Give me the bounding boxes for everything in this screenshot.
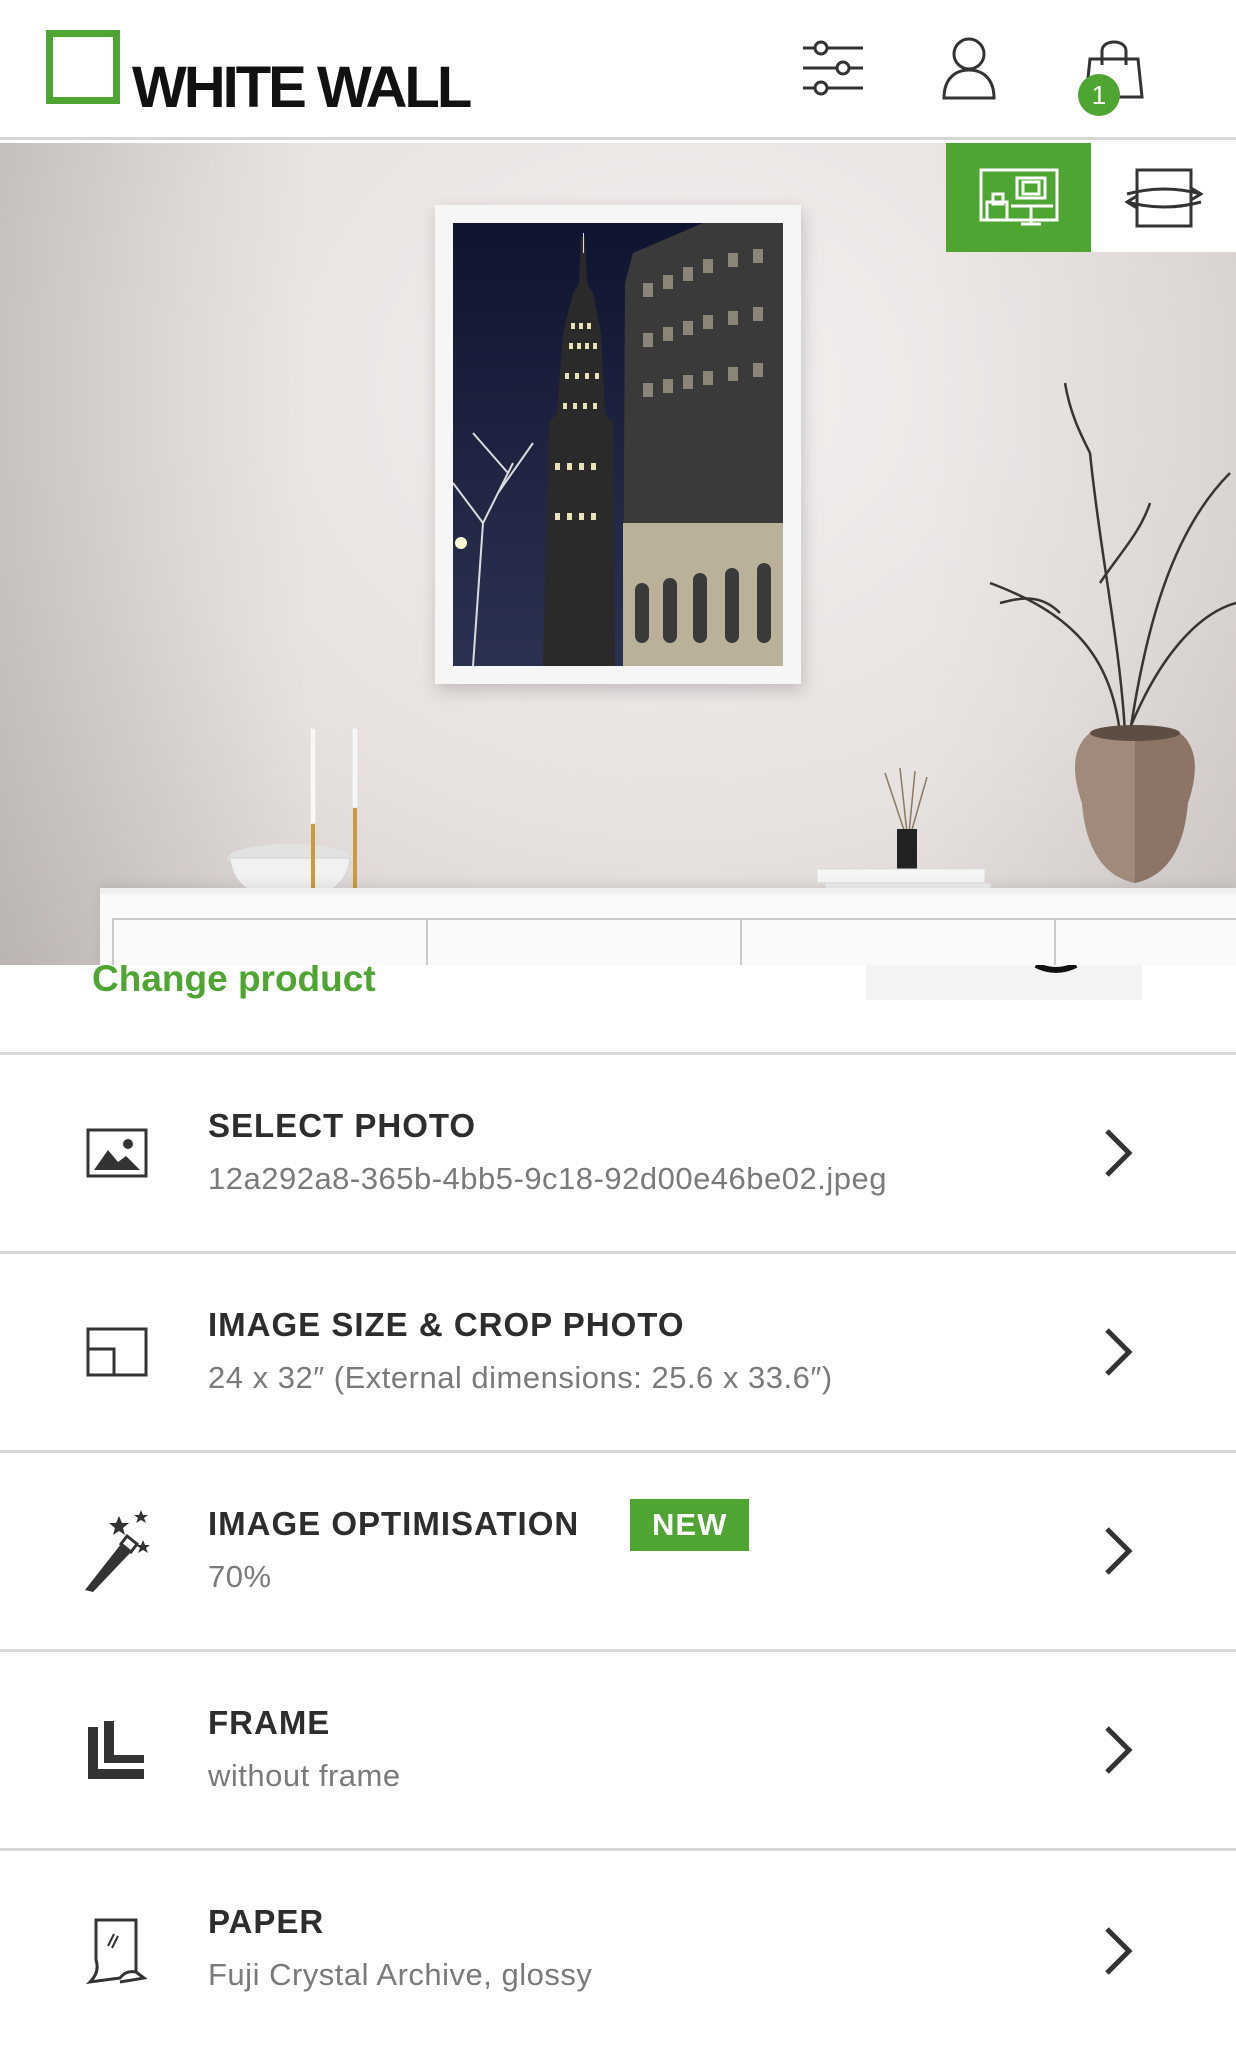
header: WHITE WALL 1	[0, 0, 1236, 140]
sideboard-divider	[740, 918, 742, 965]
option-frame[interactable]: FRAME without frame	[0, 1652, 1236, 1851]
sideboard-divider	[112, 918, 114, 965]
option-image-size-crop[interactable]: IMAGE SIZE & CROP PHOTO 24 x 32″ (Extern…	[0, 1254, 1236, 1453]
option-title: PAPER	[208, 1903, 325, 1940]
view-toggle	[946, 143, 1236, 252]
user-icon[interactable]	[929, 28, 1009, 108]
logo-text: WHITE WALL	[132, 55, 472, 120]
books-and-diffuser	[816, 767, 992, 893]
option-title: SELECT PHOTO	[208, 1107, 477, 1144]
room-view-button[interactable]	[946, 143, 1091, 252]
option-title: IMAGE SIZE & CROP PHOTO	[208, 1306, 685, 1343]
option-value: 24 x 32″ (External dimensions: 25.6 x 33…	[208, 1360, 833, 1395]
chevron-right-icon	[1090, 1521, 1146, 1581]
empire-state-photo	[453, 223, 783, 666]
magic-wand-icon	[72, 1506, 162, 1596]
option-select-photo[interactable]: SELECT PHOTO 12a292a8-365b-4bb5-9c18-92d…	[0, 1055, 1236, 1254]
rotate-view-button[interactable]	[1091, 143, 1236, 252]
change-product-link[interactable]: Change product	[92, 965, 376, 999]
vase-with-branches	[989, 382, 1236, 883]
option-title: IMAGE OPTIMISATION	[208, 1505, 580, 1542]
filter-sliders-icon[interactable]	[793, 28, 873, 108]
room-preview	[0, 143, 1236, 965]
option-image-optimisation[interactable]: IMAGE OPTIMISATION NEW 70%	[0, 1453, 1236, 1652]
option-value: without frame	[208, 1758, 401, 1793]
room-view-icon	[979, 168, 1058, 225]
photo-print-preview	[435, 205, 801, 684]
option-value: 12a292a8-365b-4bb5-9c18-92d00e46be02.jpe…	[208, 1161, 887, 1196]
chevron-right-icon	[1090, 1123, 1146, 1183]
new-badge: NEW	[630, 1499, 750, 1551]
chevron-right-icon	[1090, 1720, 1146, 1780]
sideboard-top	[100, 888, 1236, 894]
product-thumbnail	[866, 965, 1142, 1000]
sideboard-divider	[1054, 918, 1056, 965]
change-product-row[interactable]: Change product	[0, 965, 1236, 1055]
option-title: FRAME	[208, 1704, 331, 1741]
cart-count-badge: 1	[1078, 74, 1120, 116]
rotate-view-icon	[1124, 168, 1203, 227]
candles-and-bowl	[228, 728, 369, 907]
sideboard	[100, 888, 1236, 965]
option-paper[interactable]: PAPER Fuji Crystal Archive, glossy	[0, 1851, 1236, 2048]
chevron-right-icon	[1090, 1322, 1146, 1382]
sideboard-divider	[426, 918, 428, 965]
option-value: Fuji Crystal Archive, glossy	[208, 1957, 593, 1992]
logo-square-icon	[46, 30, 120, 104]
image-icon	[72, 1108, 162, 1198]
frame-corner-icon	[72, 1705, 162, 1795]
paper-icon	[72, 1906, 162, 1996]
crop-size-icon	[72, 1307, 162, 1397]
option-value: 70%	[208, 1559, 272, 1594]
chevron-right-icon	[1090, 1921, 1146, 1981]
sideboard-drawer-line	[112, 918, 1236, 920]
